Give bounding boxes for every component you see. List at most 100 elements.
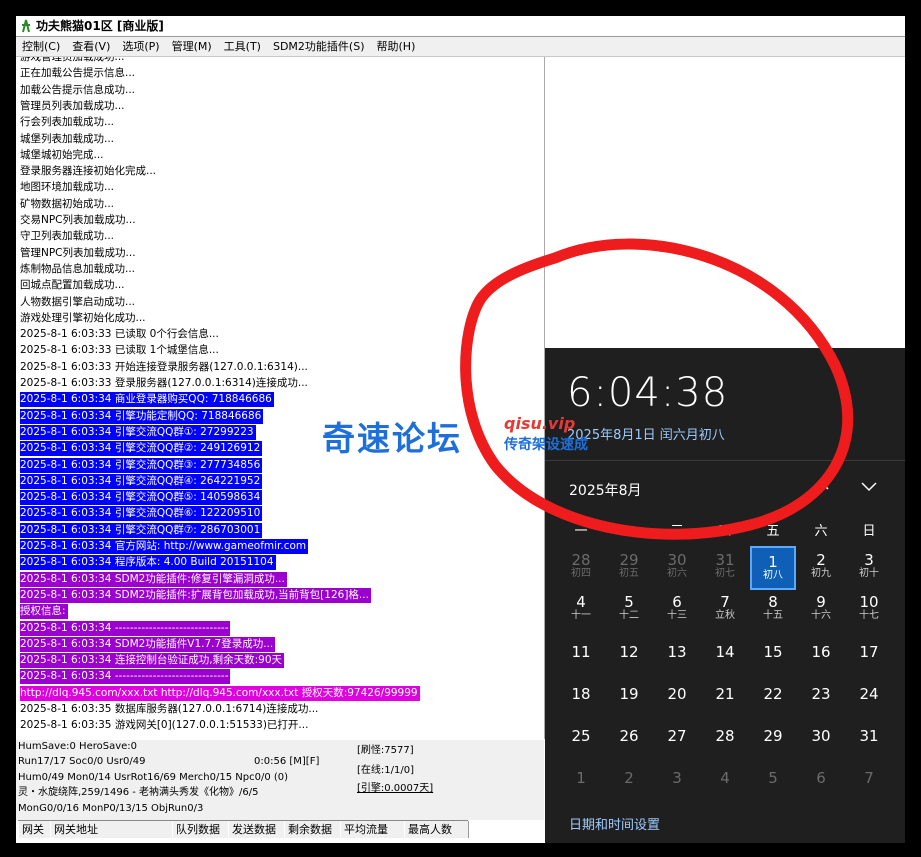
window-title: 功夫熊猫01区 [商业版] bbox=[36, 19, 164, 33]
status-engine: [引擎:0.0007天] bbox=[357, 783, 434, 794]
divider bbox=[545, 460, 905, 461]
calendar-day[interactable]: 4 十一 bbox=[558, 588, 604, 632]
calendar-day[interactable]: 19 bbox=[606, 672, 652, 716]
log-line: 地图环境加载成功... bbox=[20, 181, 115, 194]
calendar-day-today[interactable]: 1 初八 bbox=[750, 546, 796, 590]
col-gateway[interactable]: 网关 bbox=[18, 821, 51, 838]
log-line: http://dlq.945.com/xxx.txt http://dlq.94… bbox=[20, 685, 420, 701]
calendar-day[interactable]: 16 bbox=[798, 630, 844, 674]
calendar-day[interactable]: 27 bbox=[654, 714, 700, 758]
log-line: 2025-8-1 6:03:34 引擎交流QQ群⑥: 122209510 bbox=[20, 506, 263, 522]
menu-help[interactable]: 帮助(H) bbox=[371, 37, 422, 56]
calendar-day[interactable]: 28 初四 bbox=[558, 546, 604, 590]
log-line: 矿物数据初始成功... bbox=[20, 197, 115, 210]
calendar-day[interactable]: 24 bbox=[846, 672, 892, 716]
menu-control[interactable]: 控制(C) bbox=[16, 37, 66, 56]
col-remaining-data[interactable]: 剩余数据 bbox=[284, 821, 341, 838]
calendar-day[interactable]: 9 十六 bbox=[798, 588, 844, 632]
day-number: 13 bbox=[667, 643, 687, 661]
log-line: 管理NPC列表加载成功... bbox=[20, 246, 136, 259]
calendar-day[interactable]: 2 bbox=[606, 756, 652, 800]
clock-date-link[interactable]: 2025年8月1日 闰六月初八 bbox=[567, 424, 725, 443]
day-number: 28 bbox=[715, 727, 735, 745]
day-number: 5 bbox=[768, 769, 778, 787]
calendar-day[interactable]: 5 bbox=[750, 756, 796, 800]
day-number: 26 bbox=[619, 727, 639, 745]
col-max-users[interactable]: 最高人数 bbox=[404, 821, 469, 838]
log-line: 2025-8-1 6:03:34 程序版本: 4.00 Build 201511… bbox=[20, 555, 276, 571]
calendar-day[interactable]: 22 bbox=[750, 672, 796, 716]
log-line: 城堡列表加载成功... bbox=[20, 132, 115, 145]
calendar-day[interactable]: 11 bbox=[558, 630, 604, 674]
lunar-label: 十三 bbox=[667, 610, 687, 621]
calendar-day[interactable]: 7 bbox=[846, 756, 892, 800]
log-line: 2025-8-1 6:03:34 连接控制台验证成功,剩余天数:90天 bbox=[20, 653, 285, 669]
col-gateway-address[interactable]: 网关地址 bbox=[50, 821, 173, 838]
calendar-day[interactable]: 18 bbox=[558, 672, 604, 716]
day-number: 2 bbox=[624, 769, 634, 787]
calendar-day[interactable]: 5 十二 bbox=[606, 588, 652, 632]
status-humans: Hum0/49 Mon0/14 UsrRot16/69 Merch0/15 Np… bbox=[18, 772, 289, 783]
calendar-day[interactable]: 30 bbox=[798, 714, 844, 758]
menu-manage[interactable]: 管理(M) bbox=[166, 37, 218, 56]
watermark-main: 奇速论坛 bbox=[322, 419, 462, 458]
day-number: 21 bbox=[715, 685, 735, 703]
day-number: 4 bbox=[720, 769, 730, 787]
weekday-label: 三 bbox=[670, 524, 684, 539]
calendar-day[interactable]: 28 bbox=[702, 714, 748, 758]
lunar-label: 初九 bbox=[811, 568, 831, 579]
calendar-day[interactable]: 30 初六 bbox=[654, 546, 700, 590]
day-number: 16 bbox=[811, 643, 831, 661]
col-queue-data[interactable]: 队列数据 bbox=[172, 821, 229, 838]
log-line: 2025-8-1 6:03:34 官方网站: http://www.gameof… bbox=[20, 539, 309, 554]
calendar-day[interactable]: 31 bbox=[846, 714, 892, 758]
calendar-day[interactable]: 6 bbox=[798, 756, 844, 800]
status-spawn: [刷怪:7577] bbox=[357, 745, 414, 756]
calendar-day[interactable]: 15 bbox=[750, 630, 796, 674]
calendar-day[interactable]: 20 bbox=[654, 672, 700, 716]
day-number: 23 bbox=[811, 685, 831, 703]
calendar-day[interactable]: 23 bbox=[798, 672, 844, 716]
chevron-up-icon[interactable] bbox=[811, 476, 831, 496]
menu-sdm2-plugin[interactable]: SDM2功能插件(S) bbox=[267, 37, 371, 56]
log-line: 行会列表加载成功... bbox=[20, 116, 115, 129]
log-line: 2025-8-1 6:03:35 游戏网关[0](127.0.0.1:51533… bbox=[20, 719, 309, 732]
day-number: 4 bbox=[576, 593, 586, 611]
calendar-day[interactable]: 1 bbox=[558, 756, 604, 800]
calendar-day[interactable]: 29 bbox=[750, 714, 796, 758]
calendar-day[interactable]: 12 bbox=[606, 630, 652, 674]
calendar-day[interactable]: 2 初九 bbox=[798, 546, 844, 590]
calendar-day[interactable]: 21 bbox=[702, 672, 748, 716]
day-number: 30 bbox=[667, 551, 687, 569]
menu-view[interactable]: 查看(V) bbox=[66, 37, 116, 56]
log-line: 2025-8-1 6:03:34 引擎功能定制QQ: 718846686 bbox=[20, 408, 264, 424]
calendar-day[interactable]: 26 bbox=[606, 714, 652, 758]
log-output[interactable]: 游戏管理员加载成功... 正在加载公告提示信息... 加载公告提示信息成功... 管理… bbox=[18, 57, 545, 739]
calendar-day[interactable]: 17 bbox=[846, 630, 892, 674]
calendar-day[interactable]: 7 立秋 bbox=[702, 588, 748, 632]
calendar-day[interactable]: 4 bbox=[702, 756, 748, 800]
watermark-sub: 传奇架设速成 bbox=[504, 437, 588, 453]
calendar-day[interactable]: 14 bbox=[702, 630, 748, 674]
log-line: 2025-8-1 6:03:34 引擎交流QQ群①: 27299223 bbox=[20, 424, 256, 440]
calendar-day[interactable]: 6 十三 bbox=[654, 588, 700, 632]
calendar-day[interactable]: 31 初七 bbox=[702, 546, 748, 590]
calendar-day[interactable]: 3 初十 bbox=[846, 546, 892, 590]
menu-options[interactable]: 选项(P) bbox=[116, 37, 165, 56]
log-line: 城堡城初始完成... bbox=[20, 148, 104, 161]
col-send-data[interactable]: 发送数据 bbox=[228, 821, 285, 838]
menu-tools[interactable]: 工具(T) bbox=[218, 37, 267, 56]
calendar-day[interactable]: 29 初五 bbox=[606, 546, 652, 590]
log-line: 游戏管理员加载成功... bbox=[20, 57, 125, 63]
calendar-day[interactable]: 3 bbox=[654, 756, 700, 800]
month-label[interactable]: 2025年8月 bbox=[569, 480, 642, 500]
calendar-day[interactable]: 10 十七 bbox=[846, 588, 892, 632]
calendar-day[interactable]: 13 bbox=[654, 630, 700, 674]
col-avg-traffic[interactable]: 平均流量 bbox=[340, 821, 405, 838]
log-line: 2025-8-1 6:03:33 已读取 1个城堡信息... bbox=[20, 344, 219, 357]
calendar-day[interactable]: 8 十五 bbox=[750, 588, 796, 632]
log-line: 授权信息: bbox=[20, 604, 68, 620]
calendar-day[interactable]: 25 bbox=[558, 714, 604, 758]
date-time-settings-link[interactable]: 日期和时间设置 bbox=[569, 814, 660, 833]
chevron-down-icon[interactable] bbox=[859, 476, 879, 496]
